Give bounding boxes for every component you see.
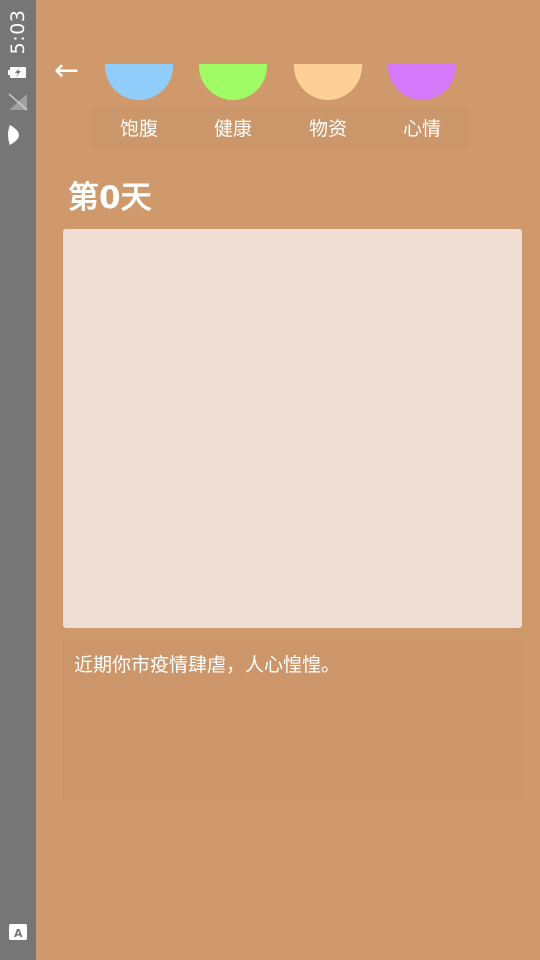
wifi-icon: [8, 122, 28, 148]
no-sim-icon: [8, 92, 28, 112]
stat-label: 物资: [308, 118, 347, 140]
health-meter-icon: [199, 64, 267, 100]
back-arrow-icon: ←: [54, 53, 80, 88]
status-bar: 5:03 A: [0, 0, 36, 960]
day-title: 第0天: [68, 180, 152, 216]
stat-satiety: 饱腹: [105, 64, 173, 140]
event-image-panel: [63, 229, 522, 628]
stat-label: 心情: [402, 118, 441, 140]
accessibility-icon: A: [8, 922, 28, 942]
stat-mood: 心情: [388, 64, 456, 140]
satiety-meter-icon: [105, 64, 173, 100]
battery-charging-icon: [8, 62, 28, 82]
mood-meter-icon: [388, 64, 456, 100]
status-time: 5:03: [7, 9, 29, 55]
svg-text:A: A: [14, 927, 23, 940]
back-button[interactable]: ←: [54, 56, 90, 88]
stat-health: 健康: [199, 64, 267, 140]
story-text: 近期你市疫情肆虐，人心惶惶。: [74, 654, 341, 676]
stat-supplies: 物资: [294, 64, 362, 140]
stat-label: 健康: [213, 118, 252, 140]
stat-label: 饱腹: [119, 118, 158, 140]
supplies-meter-icon: [294, 64, 362, 100]
